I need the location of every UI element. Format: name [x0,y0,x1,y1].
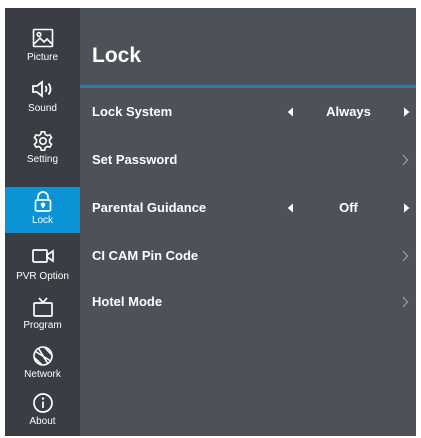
sidebar-item-picture[interactable]: Picture [5,22,80,71]
settings-window: Picture Sound Setting Lock PVR Option Pr… [5,8,416,436]
sidebar-item-label: Lock [31,215,54,226]
row-label: Hotel Mode [92,294,163,309]
row-label: Set Password [92,152,178,167]
lock-icon [5,191,80,215]
sidebar-item-lock[interactable]: Lock [5,187,80,233]
sidebar-item-network[interactable]: Network [5,339,80,388]
row-label: Lock System [92,104,173,119]
sidebar-item-program[interactable]: Program [5,290,80,339]
sidebar-item-sound[interactable]: Sound [5,73,80,122]
parental-guidance-value: Off [339,200,358,215]
lock-system-value: Always [326,104,371,119]
row-label: Parental Guidance [92,200,207,215]
tv-icon [5,296,80,320]
row-label: CI CAM Pin Code [92,248,199,263]
row-ci-cam-pin-code[interactable]: CI CAM Pin Code [80,234,416,278]
row-hotel-mode[interactable]: Hotel Mode [80,280,416,324]
row-lock-system[interactable]: Lock System Always [80,90,416,134]
camera-icon [5,247,80,271]
chevron-right-icon [400,248,410,264]
sidebar-item-setting[interactable]: Setting [5,124,80,173]
sidebar-item-label: Sound [28,103,57,114]
globe-icon [5,345,80,369]
page-title: Lock [92,44,142,67]
picture-icon [5,28,80,52]
sidebar: Picture Sound Setting Lock PVR Option Pr… [5,8,80,436]
info-icon [5,392,80,416]
sidebar-item-pvr-option[interactable]: PVR Option [5,241,80,290]
lock-panel: Lock Lock System Always Set Password Par… [80,8,416,436]
row-set-password[interactable]: Set Password [80,138,416,182]
chevron-right-icon [400,152,410,168]
title-divider [80,85,416,88]
sidebar-item-label: PVR Option [16,271,69,282]
arrow-right-icon[interactable] [402,105,412,119]
arrow-left-icon[interactable] [285,201,295,215]
arrow-right-icon[interactable] [402,201,412,215]
speaker-icon [5,79,80,103]
sidebar-item-label: Setting [26,154,59,165]
sidebar-item-label: About [29,416,56,427]
sidebar-item-label: Picture [26,52,59,63]
sidebar-item-about[interactable]: About [5,386,80,435]
chevron-right-icon [400,294,410,310]
sidebar-item-label: Program [23,320,62,331]
sidebar-item-label: Network [24,369,61,380]
arrow-left-icon[interactable] [285,105,295,119]
gear-icon [5,130,80,154]
row-parental-guidance[interactable]: Parental Guidance Off [80,186,416,230]
